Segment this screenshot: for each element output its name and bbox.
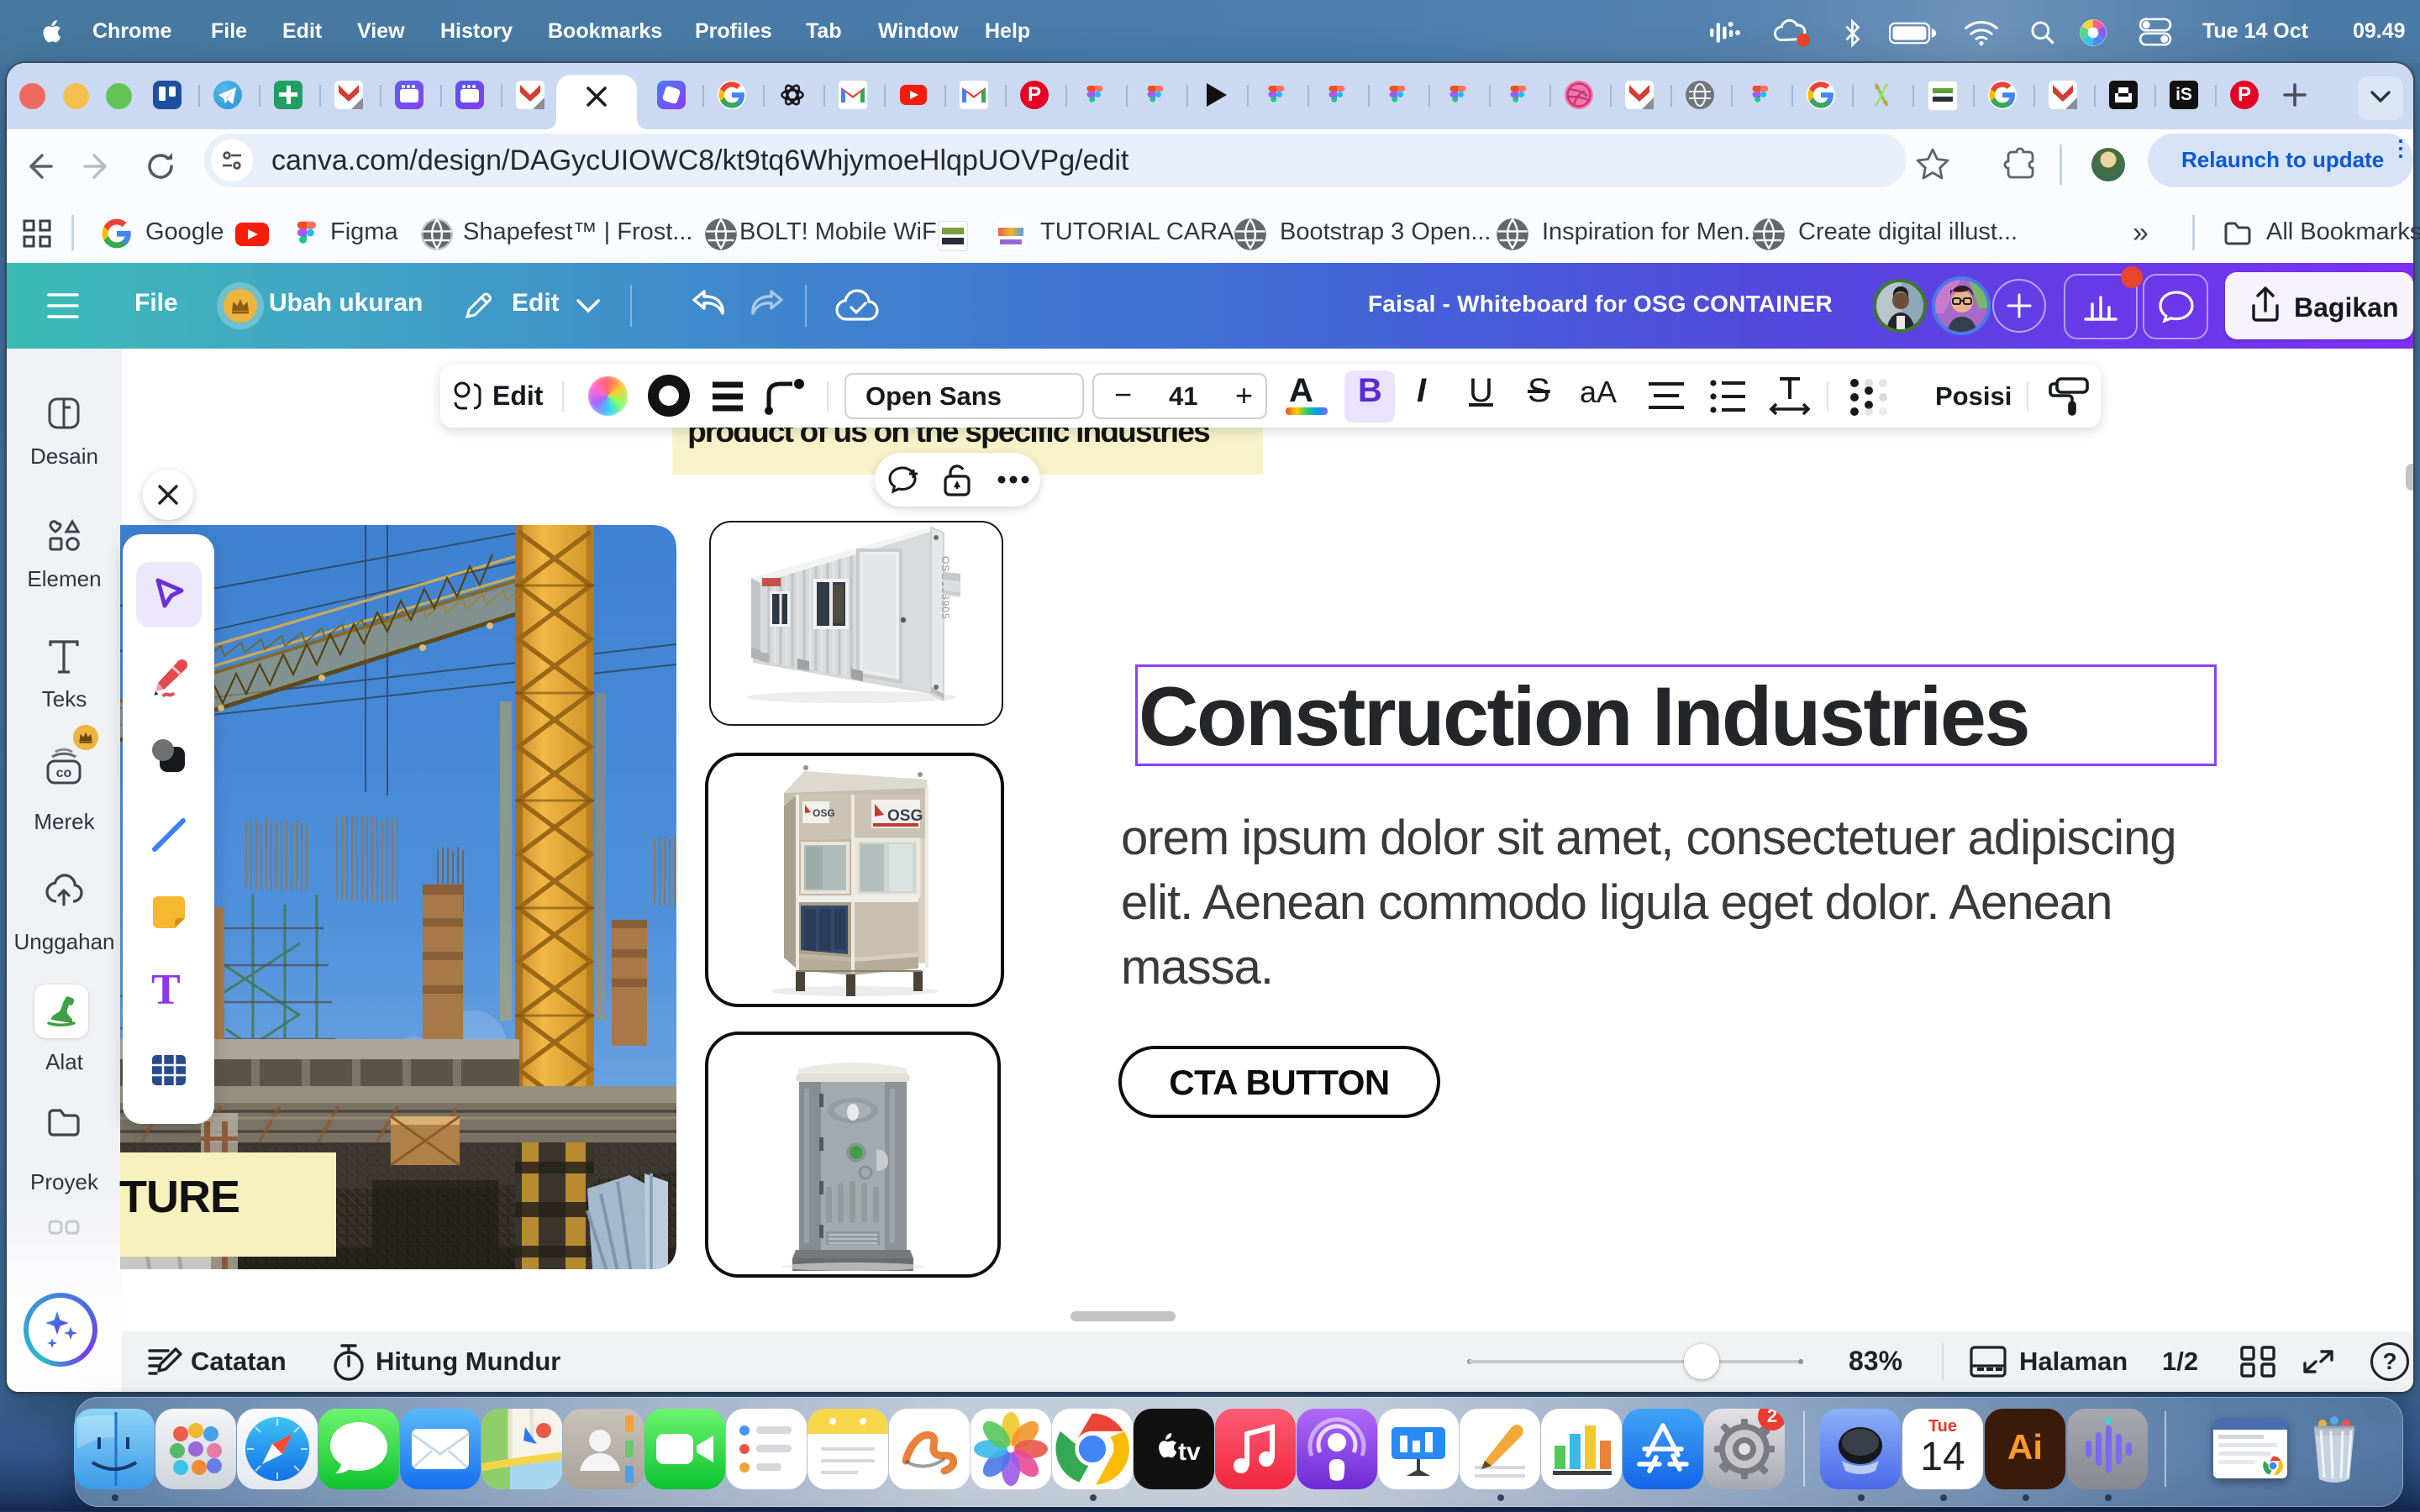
svg-text:OSG: OSG xyxy=(887,807,923,825)
svg-text:OSG: OSG xyxy=(813,807,835,819)
svg-text:co: co xyxy=(56,766,72,780)
